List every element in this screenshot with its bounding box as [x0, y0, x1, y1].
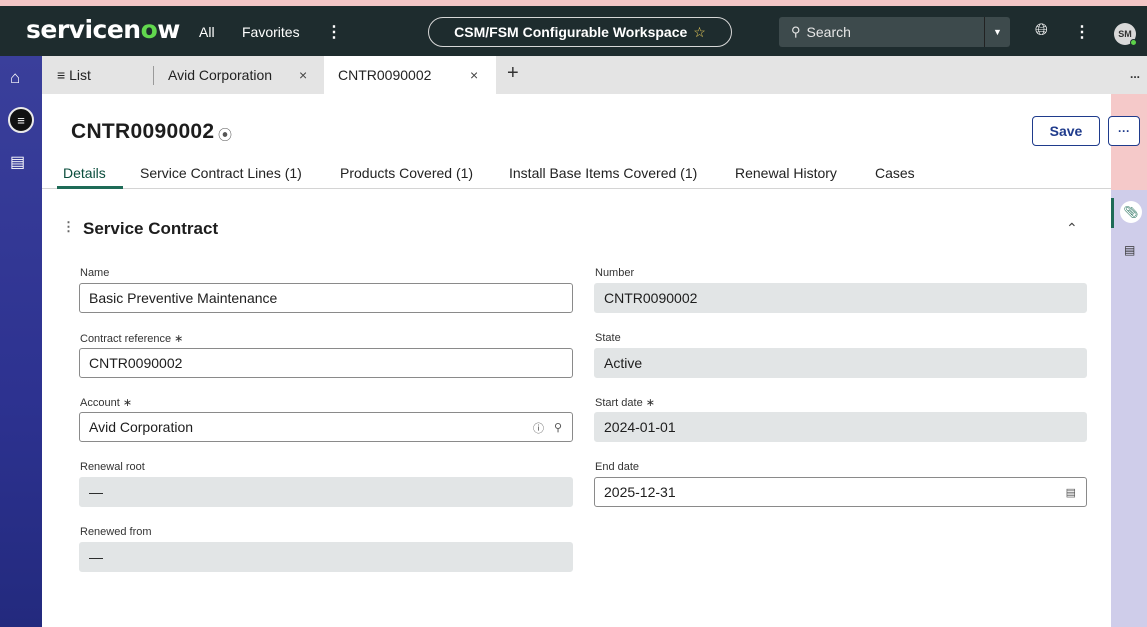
search-placeholder: Search [806, 24, 851, 40]
chevron-down-icon: ▼ [993, 27, 1002, 37]
contract-reference-label: Contract reference ∗ [80, 333, 184, 345]
close-icon[interactable]: × [470, 67, 478, 83]
globe-icon[interactable]: 🌐︎ [1035, 22, 1048, 40]
number-label: Number [595, 267, 635, 279]
renewal-root-value: — [89, 484, 103, 500]
number-value: CNTR0090002 [604, 290, 698, 306]
top-navigation-bar: servicenow All Favorites ⋮ CSM/FSM Confi… [0, 6, 1147, 56]
end-date-value: 2025-12-31 [604, 484, 676, 500]
tab-cases[interactable]: Cases [875, 165, 915, 181]
name-field[interactable]: Basic Preventive Maintenance [79, 283, 573, 313]
tab-avid-corporation[interactable]: Avid Corporation [168, 67, 272, 83]
home-icon[interactable]: ⌂ [10, 68, 20, 88]
inbox-icon[interactable]: ▤ [10, 152, 25, 172]
tag-icon[interactable]: ⦿ [218, 125, 232, 145]
name-value: Basic Preventive Maintenance [89, 290, 278, 306]
tab-cntr0090002[interactable]: CNTR0090002 [338, 67, 431, 83]
star-icon[interactable]: ☆ [693, 24, 706, 41]
name-label: Name [80, 267, 110, 279]
document-icon[interactable]: ▤ [1124, 243, 1135, 257]
save-button[interactable]: Save [1032, 116, 1100, 146]
tab-list[interactable]: ≡ List [57, 67, 91, 83]
record-panel: CNTR0090002 ⦿ Save ··· Details Service C… [42, 94, 1140, 627]
utility-selected-indicator [1111, 198, 1114, 228]
user-avatar[interactable]: SM [1114, 23, 1137, 46]
search-icon: ⚲ [791, 24, 801, 39]
contract-reference-value: CNTR0090002 [89, 355, 183, 371]
state-label: State [595, 332, 621, 344]
workspace-label: CSM/FSM Configurable Workspace [454, 24, 688, 40]
global-search-input[interactable]: ⚲ Search [779, 17, 984, 47]
nav-favorites[interactable]: Favorites [242, 24, 300, 40]
attachment-icon[interactable]: 📎︎ [1120, 201, 1142, 223]
workspace-selector[interactable]: CSM/FSM Configurable Workspace ☆ [428, 17, 732, 47]
tab-renewal-history[interactable]: Renewal History [735, 165, 837, 181]
calendar-icon[interactable]: ▤ [1066, 486, 1076, 499]
start-date-label: Start date ∗ [595, 397, 655, 409]
renewal-root-field: — [79, 477, 573, 507]
end-date-label: End date [595, 461, 640, 473]
lookup-search-icon[interactable]: ⚲ [554, 421, 562, 434]
list-icon[interactable]: ≡ [8, 107, 34, 133]
list-lines-icon: ≡ [57, 67, 70, 83]
info-icon[interactable]: ⓘ [533, 420, 544, 436]
drag-handle-icon[interactable]: ⋮ [62, 219, 75, 235]
start-date-value: 2024-01-01 [604, 419, 676, 435]
tab-details[interactable]: Details [63, 165, 106, 181]
section-title: Service Contract [83, 219, 219, 238]
active-tab-indicator [57, 186, 123, 189]
chevron-up-icon[interactable]: ⌃ [1066, 220, 1078, 237]
account-field[interactable]: Avid Corporation ⓘ ⚲ [79, 412, 573, 442]
start-date-field: 2024-01-01 [594, 412, 1087, 442]
state-value: Active [604, 355, 643, 371]
tab-service-contract-lines[interactable]: Service Contract Lines (1) [140, 165, 302, 181]
tab-install-base-items[interactable]: Install Base Items Covered (1) [509, 165, 697, 181]
workspace-tab-strip: ≡ List Avid Corporation × CNTR0090002 × … [42, 56, 1147, 94]
account-label: Account ∗ [80, 397, 133, 409]
tab-divider [153, 66, 154, 85]
tab-products-covered[interactable]: Products Covered (1) [340, 165, 473, 181]
contract-reference-field[interactable]: CNTR0090002 [79, 348, 573, 378]
search-scope-dropdown[interactable]: ▼ [984, 17, 1010, 47]
record-title: CNTR0090002 [71, 120, 215, 143]
number-field: CNTR0090002 [594, 283, 1087, 313]
nav-all[interactable]: All [199, 24, 215, 40]
renewed-from-field: — [79, 542, 573, 572]
tab-overflow-icon[interactable]: ... [1130, 67, 1140, 81]
account-value: Avid Corporation [89, 419, 194, 435]
renewal-root-label: Renewal root [80, 461, 145, 473]
left-navigation-rail: ⌂ ≡ ▤ [0, 56, 42, 627]
state-field: Active [594, 348, 1087, 378]
record-subtabs: Details Service Contract Lines (1) Produ… [42, 160, 1111, 189]
renewed-from-value: — [89, 549, 103, 565]
utility-rail: 📎︎ ▤ [1111, 190, 1147, 627]
nav-more-menu[interactable]: ⋮ [326, 22, 342, 42]
end-date-field[interactable]: 2025-12-31 ▤ [594, 477, 1087, 507]
more-options-icon[interactable]: ⋮ [1074, 22, 1090, 42]
servicenow-logo[interactable]: servicenow [26, 15, 180, 44]
add-tab-icon[interactable]: + [507, 62, 519, 85]
renewed-from-label: Renewed from [80, 526, 152, 538]
presence-indicator [1130, 39, 1137, 46]
more-actions-button[interactable]: ··· [1108, 116, 1140, 146]
close-icon[interactable]: × [299, 67, 307, 83]
